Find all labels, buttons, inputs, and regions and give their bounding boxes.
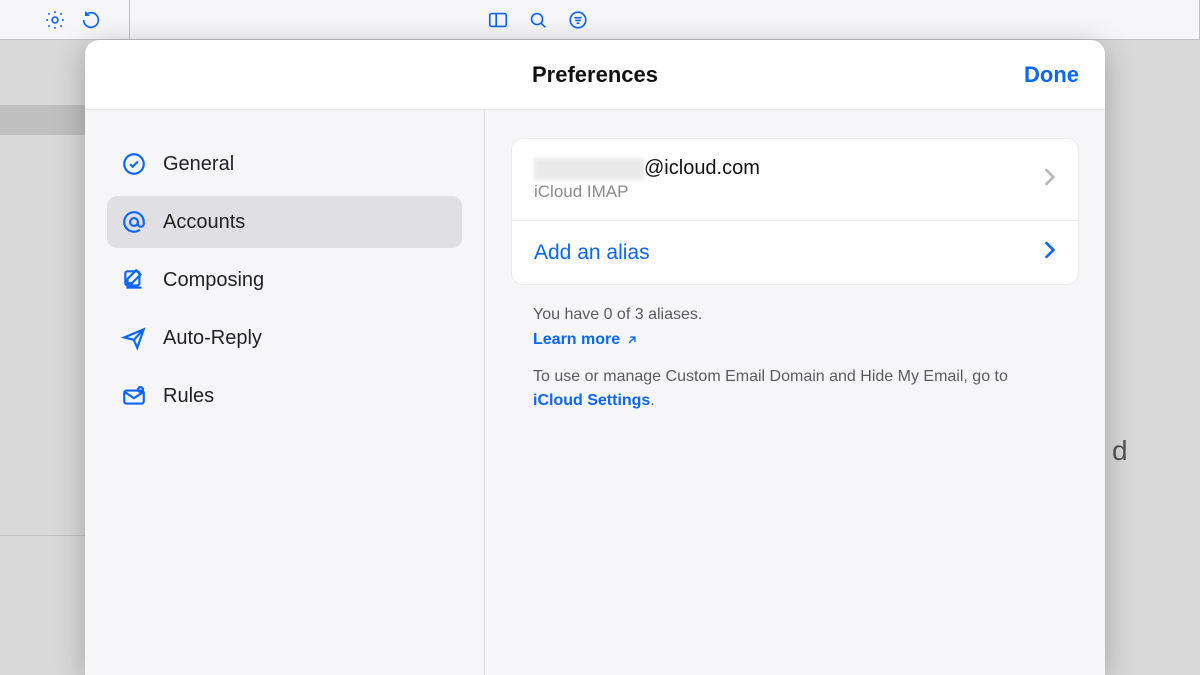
sidebar-item-label: Accounts: [163, 211, 245, 234]
account-subtitle: iCloud IMAP: [534, 182, 760, 202]
sidebar-item-label: Composing: [163, 269, 264, 292]
custom-domain-text: To use or manage Custom Email Domain and…: [533, 365, 1057, 411]
filter-icon: [567, 9, 589, 31]
learn-more-label: Learn more: [533, 328, 620, 351]
custom-domain-pre: To use or manage Custom Email Domain and…: [533, 368, 1008, 385]
sidebar-item-label: Auto-Reply: [163, 327, 262, 350]
alias-count-text: You have 0 of 3 aliases.: [533, 303, 1057, 326]
external-link-icon: [625, 333, 639, 347]
envelope-gear-icon: [121, 383, 147, 409]
accounts-content: @icloud.com iCloud IMAP Add an alias: [485, 110, 1105, 675]
sidebar-item-label: Rules: [163, 385, 214, 408]
sidebar-item-rules[interactable]: Rules: [107, 370, 462, 422]
add-alias-row[interactable]: Add an alias: [512, 220, 1078, 284]
sidebar-item-general[interactable]: General: [107, 138, 462, 190]
icloud-settings-link[interactable]: iCloud Settings: [533, 392, 650, 409]
period: .: [650, 392, 654, 409]
email-domain: @icloud.com: [644, 157, 760, 180]
chevron-right-icon: [1042, 239, 1056, 266]
sidebar-item-composing[interactable]: Composing: [107, 254, 462, 306]
sidebar-item-auto-reply[interactable]: Auto-Reply: [107, 312, 462, 364]
add-alias-label: Add an alias: [534, 241, 650, 265]
done-button[interactable]: Done: [1024, 62, 1079, 88]
redacted-username: [534, 158, 644, 180]
chevron-right-icon: [1042, 166, 1056, 193]
gear-icon: [44, 9, 66, 31]
checkmark-circle-icon: [121, 151, 147, 177]
at-sign-icon: [121, 209, 147, 235]
search-icon: [527, 9, 549, 31]
preferences-sidebar: General Accounts Composing Auto-Reply: [85, 110, 485, 675]
reload-icon: [80, 9, 102, 31]
account-row[interactable]: @icloud.com iCloud IMAP: [512, 139, 1078, 220]
accounts-card: @icloud.com iCloud IMAP Add an alias: [511, 138, 1079, 285]
preferences-modal: Preferences Done General Accounts Co: [85, 40, 1105, 675]
alias-footer: You have 0 of 3 aliases. Learn more To u…: [511, 285, 1079, 412]
bg-letter: d: [1112, 435, 1128, 467]
bg-toolbar: [0, 0, 1200, 40]
sidebar-item-accounts[interactable]: Accounts: [107, 196, 462, 248]
modal-title: Preferences: [532, 62, 658, 88]
account-email: @icloud.com: [534, 157, 760, 180]
modal-header: Preferences Done: [85, 40, 1105, 110]
compose-icon: [121, 267, 147, 293]
sidebar-item-label: General: [163, 153, 234, 176]
paper-plane-icon: [121, 325, 147, 351]
learn-more-link[interactable]: Learn more: [533, 328, 639, 351]
sidebar-toggle-icon: [487, 9, 509, 31]
